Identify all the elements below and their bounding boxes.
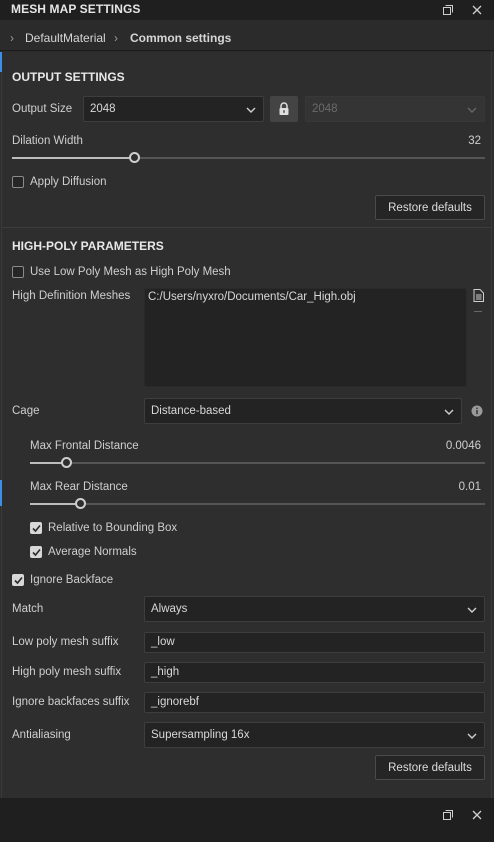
breadcrumb: › DefaultMaterial › Common settings [0, 25, 494, 51]
ignore-backfaces-suffix-input[interactable]: _ignorebf [144, 692, 485, 713]
output-size-label: Output Size [12, 103, 73, 115]
apply-diffusion-checkbox[interactable] [12, 176, 24, 188]
accent-marker [0, 480, 2, 506]
antialiasing-dropdown[interactable]: Supersampling 16x [144, 722, 485, 748]
breadcrumb-item-common-settings[interactable]: Common settings [130, 31, 231, 45]
max-rear-distance-value: 0.01 [458, 481, 481, 493]
dilation-width-label: Dilation Width [12, 135, 83, 147]
chevron-down-icon [467, 107, 477, 113]
restore-defaults-button[interactable]: Restore defaults [375, 755, 485, 780]
window-title: MESH MAP SETTINGS [11, 2, 141, 16]
output-size-height-dropdown: 2048 [305, 96, 485, 122]
average-normals-label: Average Normals [48, 546, 137, 558]
chevron-down-icon [444, 409, 454, 415]
breadcrumb-item-material[interactable]: DefaultMaterial [25, 31, 106, 45]
bottom-panel-bar [0, 798, 494, 842]
match-value: Always [151, 603, 188, 615]
settings-panel [0, 52, 494, 798]
antialiasing-label: Antialiasing [12, 729, 71, 741]
checkmark-icon [32, 548, 41, 557]
apply-diffusion-label: Apply Diffusion [30, 176, 107, 188]
high-definition-mesh-path[interactable]: C:/Users/nyxro/Documents/Car_High.obj [148, 291, 356, 303]
chevron-down-icon [246, 107, 256, 113]
low-poly-suffix-value: _low [151, 636, 175, 648]
ignore-backface-label: Ignore Backface [30, 574, 114, 586]
use-low-as-high-checkbox[interactable] [12, 266, 24, 278]
dilation-width-value: 32 [468, 135, 481, 147]
match-dropdown[interactable]: Always [144, 596, 485, 622]
chevron-down-icon [467, 607, 477, 613]
use-low-as-high-label: Use Low Poly Mesh as High Poly Mesh [30, 266, 231, 278]
lock-icon [279, 102, 289, 115]
ignore-backfaces-suffix-value: _ignorebf [151, 696, 199, 708]
chevron-right-icon: › [10, 31, 14, 45]
max-frontal-distance-value: 0.0046 [445, 440, 481, 452]
max-frontal-distance-slider-track[interactable] [30, 462, 485, 464]
match-label: Match [12, 603, 44, 615]
close-icon[interactable] [469, 2, 485, 18]
high-definition-meshes-label: High Definition Meshes [12, 290, 131, 302]
window-titlebar: MESH MAP SETTINGS [0, 0, 494, 20]
chevron-right-icon: › [114, 31, 118, 45]
lock-button[interactable] [270, 96, 298, 122]
panel-right-edge [491, 52, 492, 798]
high-poly-suffix-value: _high [151, 666, 180, 678]
high-poly-suffix-input[interactable]: _high [144, 662, 485, 683]
max-rear-distance-slider-track[interactable] [30, 503, 485, 505]
max-frontal-distance-label: Max Frontal Distance [30, 440, 139, 452]
restore-window-icon[interactable] [440, 807, 456, 823]
high-poly-parameters-title: HIGH-POLY PARAMETERS [12, 239, 164, 253]
chevron-down-icon [467, 733, 477, 739]
close-icon[interactable] [469, 807, 485, 823]
section-divider [2, 227, 492, 228]
max-rear-distance-slider-handle[interactable] [74, 498, 86, 509]
panel-edge [1, 52, 2, 798]
restore-defaults-button[interactable]: Restore defaults [375, 195, 485, 220]
output-settings-title: OUTPUT SETTINGS [12, 70, 125, 84]
ignore-backfaces-suffix-label: Ignore backfaces suffix [12, 696, 130, 708]
low-poly-suffix-label: Low poly mesh suffix [12, 636, 119, 648]
relative-to-bounding-box-checkbox[interactable] [30, 522, 42, 534]
high-poly-suffix-label: High poly mesh suffix [12, 666, 122, 678]
high-definition-meshes-list[interactable]: C:/Users/nyxro/Documents/Car_High.obj [144, 288, 467, 387]
file-icon[interactable] [473, 289, 484, 305]
average-normals-checkbox[interactable] [30, 546, 42, 558]
output-size-dropdown[interactable]: 2048 [83, 96, 264, 122]
cage-value: Distance-based [151, 405, 231, 417]
max-frontal-distance-slider-handle[interactable] [60, 457, 72, 468]
relative-to-bounding-box-label: Relative to Bounding Box [48, 522, 178, 534]
cage-label: Cage [12, 405, 40, 417]
antialiasing-value: Supersampling 16x [151, 729, 250, 741]
low-poly-suffix-input[interactable]: _low [144, 632, 485, 653]
checkmark-icon [32, 524, 41, 533]
ignore-backface-checkbox[interactable] [12, 574, 24, 586]
max-rear-distance-label: Max Rear Distance [30, 481, 128, 493]
output-size-value: 2048 [90, 103, 116, 115]
max-rear-distance-slider-fill [30, 503, 81, 505]
remove-icon[interactable] [474, 311, 482, 312]
cage-dropdown[interactable]: Distance-based [144, 398, 462, 424]
info-icon[interactable] [471, 405, 483, 420]
accent-marker [0, 52, 2, 72]
checkmark-icon [14, 576, 23, 585]
output-size-height-value: 2048 [312, 103, 338, 115]
restore-window-icon[interactable] [440, 2, 456, 18]
dilation-width-slider-fill [12, 157, 135, 159]
